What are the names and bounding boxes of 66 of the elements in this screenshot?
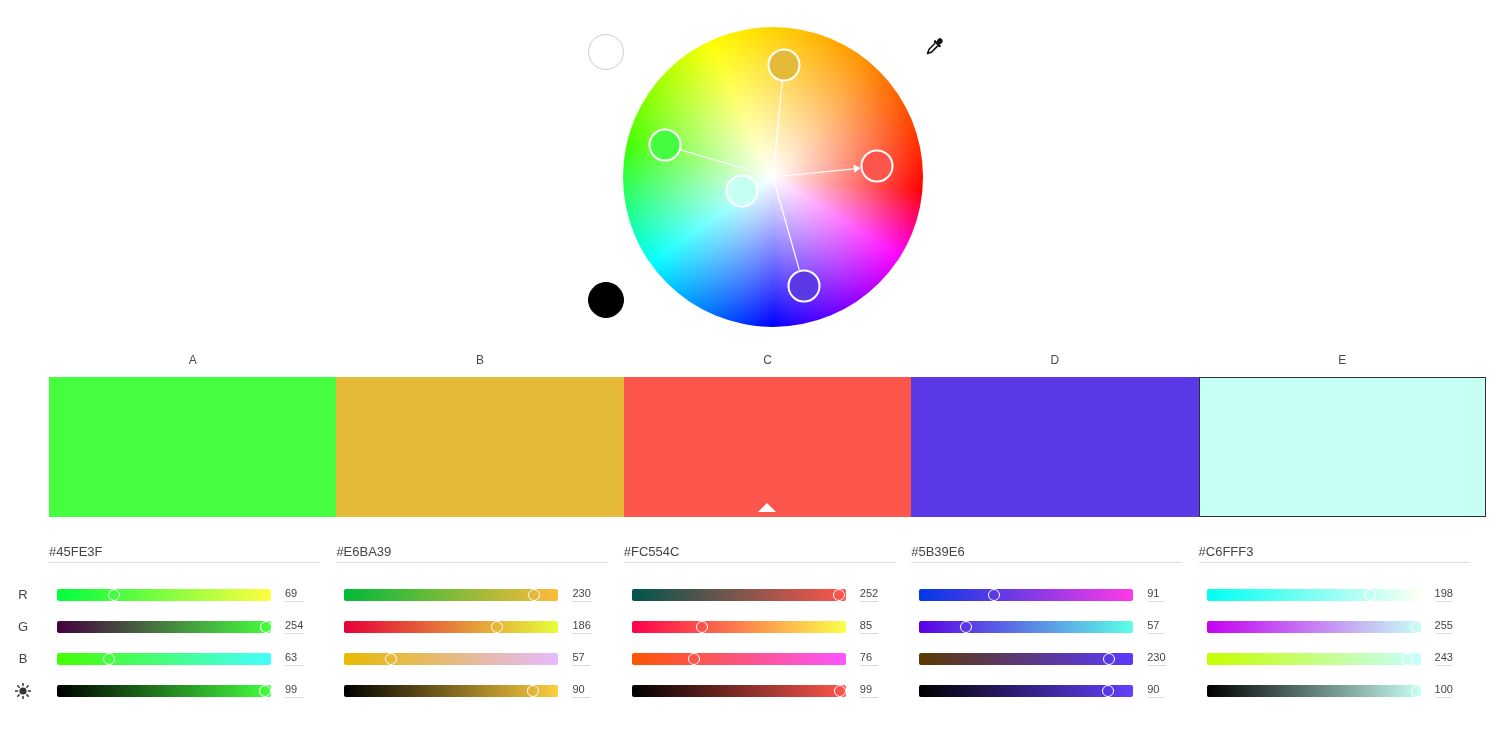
slider-track[interactable] (1206, 589, 1421, 601)
slider-track[interactable] (344, 621, 559, 633)
value-field[interactable]: 63 (285, 650, 303, 666)
slider-track[interactable] (1206, 685, 1421, 697)
value-field[interactable]: 99 (285, 682, 303, 698)
brightness-icon (15, 683, 31, 699)
value-field[interactable]: 85 (859, 618, 878, 634)
color-swatch[interactable] (911, 377, 1199, 517)
slider-track[interactable] (57, 621, 271, 633)
slider-track[interactable] (631, 653, 846, 665)
value-field[interactable]: 90 (1147, 682, 1166, 698)
channel-label: G (17, 619, 29, 635)
color-marker[interactable] (648, 128, 682, 162)
slider-track[interactable] (344, 653, 559, 665)
hex-field[interactable]: #E6BA39 (336, 543, 608, 563)
channel-label: B (18, 651, 28, 667)
value-field[interactable]: 99 (859, 682, 878, 698)
value-field[interactable]: 198 (1434, 586, 1453, 602)
slider-track[interactable] (631, 685, 846, 697)
value-field[interactable]: 254 (285, 618, 304, 634)
slider-track[interactable] (919, 589, 1134, 601)
slider-track[interactable] (919, 685, 1134, 697)
hex-field[interactable]: #45FE3F (49, 543, 320, 563)
value-field[interactable]: 243 (1434, 650, 1453, 666)
slider-track[interactable] (631, 589, 846, 601)
slider-track[interactable] (1206, 621, 1421, 633)
value-field[interactable]: 255 (1434, 618, 1453, 634)
swatch-label: A (188, 353, 197, 367)
value-field[interactable]: 57 (1147, 618, 1166, 634)
value-field[interactable]: 76 (859, 650, 878, 666)
selected-indicator-icon (758, 503, 777, 512)
slider-track[interactable] (57, 589, 271, 601)
color-swatch[interactable] (336, 377, 624, 517)
swatch-label: D (1050, 353, 1060, 367)
swatch-label: C (763, 353, 772, 367)
slider-track[interactable] (344, 685, 559, 697)
swatch-label: B (476, 353, 485, 367)
color-marker[interactable] (767, 48, 801, 82)
value-field[interactable]: 230 (572, 586, 591, 602)
slider-track[interactable] (919, 653, 1134, 665)
value-field[interactable]: 57 (572, 650, 591, 666)
slider-track[interactable] (57, 685, 271, 697)
value-field[interactable]: 90 (572, 682, 591, 698)
slider-track[interactable] (919, 621, 1134, 633)
color-marker[interactable] (787, 269, 821, 303)
slider-track[interactable] (344, 589, 559, 601)
value-field[interactable]: 91 (1147, 586, 1166, 602)
color-swatch[interactable] (49, 377, 337, 517)
value-field[interactable]: 69 (285, 586, 303, 602)
hex-field[interactable]: #C6FFF3 (1198, 543, 1470, 563)
value-field[interactable]: 100 (1434, 682, 1453, 698)
swatch-icon[interactable] (588, 282, 624, 318)
hex-field[interactable]: #5B39E6 (911, 543, 1183, 563)
value-field[interactable]: 186 (572, 618, 591, 634)
channel-label: R (18, 587, 28, 603)
value-field[interactable]: 252 (859, 586, 879, 602)
value-field[interactable]: 230 (1147, 650, 1166, 666)
color-swatch[interactable] (1198, 377, 1486, 517)
hex-field[interactable]: #FC554C (623, 543, 895, 563)
slider-track[interactable] (1206, 653, 1421, 665)
color-marker[interactable] (725, 174, 759, 208)
color-marker[interactable] (860, 149, 894, 183)
swatch-label: E (1338, 353, 1347, 367)
slider-track[interactable] (631, 621, 846, 633)
color-swatch[interactable] (623, 377, 912, 517)
slider-track[interactable] (57, 653, 271, 665)
